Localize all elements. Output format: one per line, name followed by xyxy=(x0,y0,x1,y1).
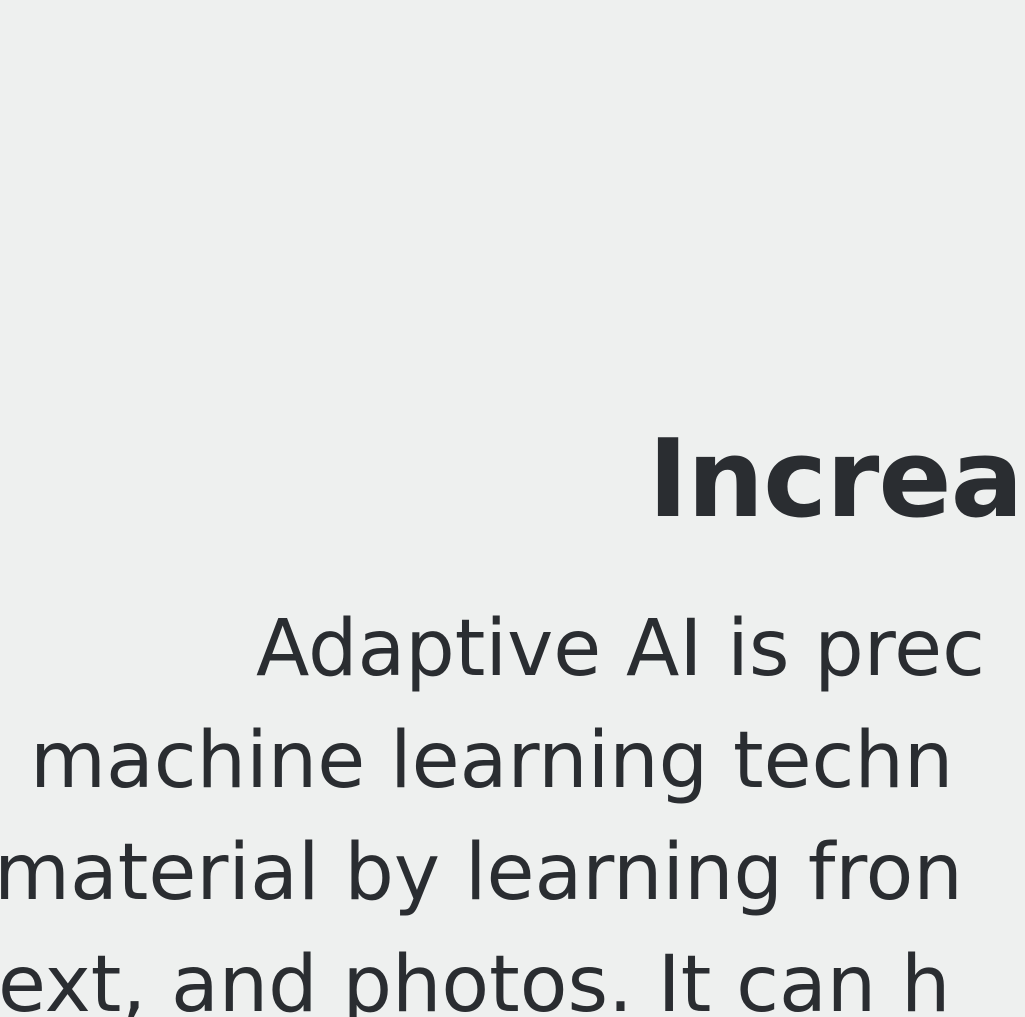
body-text-line-1: Adaptive AI is prec xyxy=(256,604,986,694)
page: Increa Adaptive AI is prec machine learn… xyxy=(0,0,1025,1017)
section-heading: Increa xyxy=(648,417,1023,542)
body-text-line-3: material by learning fron xyxy=(0,828,963,918)
feature-section: Increa Adaptive AI is prec machine learn… xyxy=(0,0,1025,1017)
body-text-line-4: ext, and photos. It can h xyxy=(0,940,951,1017)
body-text-line-2: machine learning techn xyxy=(30,716,954,806)
